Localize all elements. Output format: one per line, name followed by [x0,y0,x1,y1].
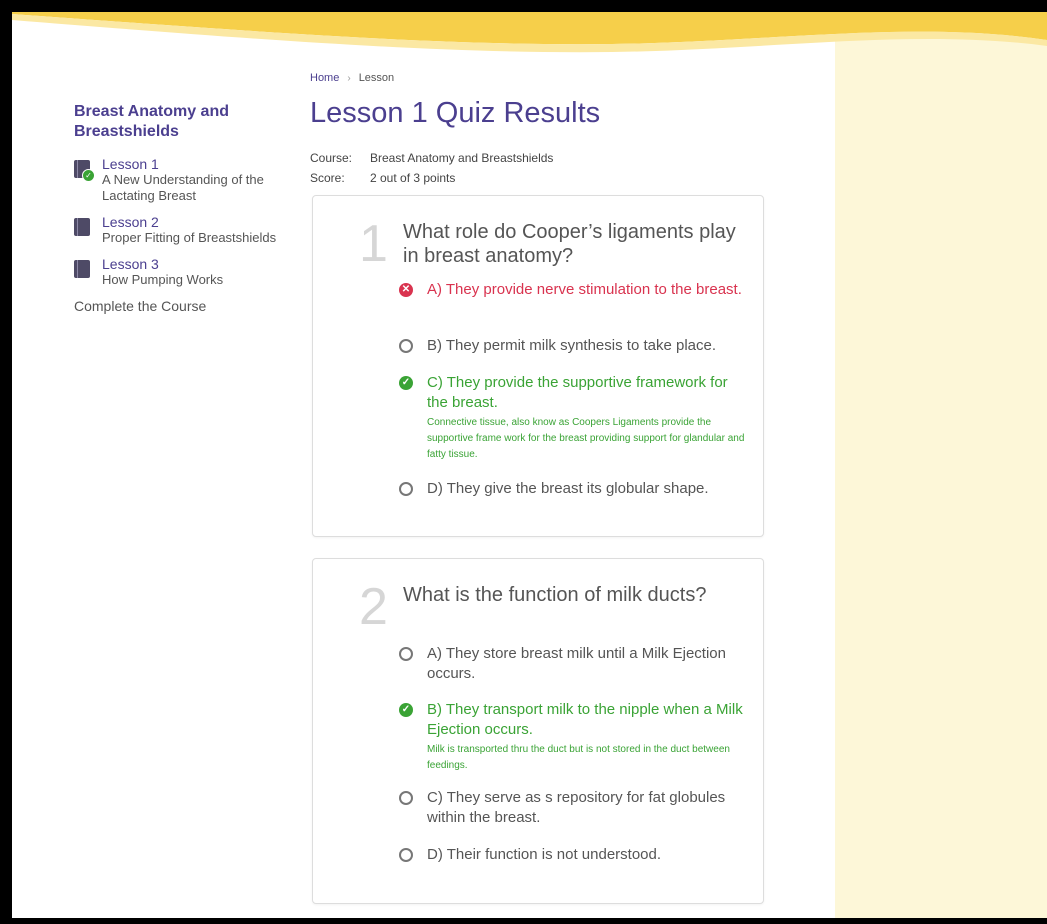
breadcrumb-current: Lesson [358,72,395,84]
lesson-title: Proper Fitting of Breastshields [102,230,277,245]
lesson-number[interactable]: Lesson 2 [102,214,276,230]
answer-label: C) They provide the supportive framework… [427,374,728,411]
lesson-title: How Pumping Works [102,272,224,287]
decorative-swoosh [12,12,1047,53]
answer-explanation: Milk is transported thru the duct but is… [427,744,730,771]
answer-option: C) They serve as s repository for fat gl… [399,788,749,828]
sidebar-item-lesson-3[interactable]: Lesson 3 How Pumping Works [74,256,304,288]
main-content: Home › Lesson Lesson 1 Quiz Results Course… [310,72,770,904]
score-label: Score: [310,171,345,185]
answer-option: B) They permit milk synthesis to take pl… [399,336,749,356]
answer-option: ✕ A) They provide nerve stimulation to t… [399,280,749,300]
right-cream-panel [835,12,1047,918]
question-number: 1 [359,215,388,273]
lesson-number[interactable]: Lesson 3 [102,256,223,272]
page-frame: Breast Anatomy and Breastshields ✓ Lesso… [12,12,1047,918]
check-icon: ✓ [82,169,95,182]
question-text: What role do Cooper’s ligaments play in … [403,221,736,267]
answer-label: B) They transport milk to the nipple whe… [427,701,743,738]
book-icon [74,218,90,236]
question-number: 2 [359,578,388,636]
answer-explanation: Connective tissue, also know as Coopers … [427,417,745,460]
course-title[interactable]: Breast Anatomy and Breastshields [74,102,304,142]
answer-option: A) They store breast milk until a Milk E… [399,644,749,684]
book-icon: ✓ [74,160,95,182]
radio-icon [399,339,413,353]
x-circle-icon: ✕ [399,283,413,297]
lesson-number[interactable]: Lesson 1 [102,156,304,172]
page-title: Lesson 1 Quiz Results [310,97,601,129]
sidebar-item-lesson-1[interactable]: ✓ Lesson 1 A New Understanding of the La… [74,156,304,204]
answer-label: A) They provide nerve stimulation to the… [427,281,742,298]
radio-icon [399,647,413,661]
answer-option: D) Their function is not understood. [399,845,749,865]
answer-label: A) They store breast milk until a Milk E… [427,645,726,682]
breadcrumb-separator-icon: › [347,73,351,84]
question-card-2: 2 What is the function of milk ducts? A)… [312,558,764,904]
check-circle-icon: ✓ [399,376,413,390]
answer-label: D) Their function is not understood. [427,846,662,863]
sidebar: Breast Anatomy and Breastshields ✓ Lesso… [74,102,304,314]
course-meta: Course: Breast Anatomy and Breastshields … [310,148,770,188]
answer-option: D) They give the breast its globular sha… [399,479,749,499]
radio-icon [399,848,413,862]
radio-icon [399,482,413,496]
radio-icon [399,791,413,805]
answer-label: B) They permit milk synthesis to take pl… [427,337,716,354]
answer-label: D) They give the breast its globular sha… [427,480,709,497]
score-value: 2 out of 3 points [370,171,456,185]
answer-option: ✓ C) They provide the supportive framewo… [399,373,749,463]
sidebar-item-lesson-2[interactable]: Lesson 2 Proper Fitting of Breastshields [74,214,304,246]
check-circle-icon: ✓ [399,703,413,717]
complete-course-link[interactable]: Complete the Course [74,298,304,314]
lesson-title: A New Understanding of the Lactating Bre… [102,172,264,203]
course-value: Breast Anatomy and Breastshields [370,151,554,165]
breadcrumb: Home › Lesson [310,72,770,84]
book-icon [74,260,90,278]
answer-label: C) They serve as s repository for fat gl… [427,789,726,826]
breadcrumb-home[interactable]: Home [310,72,339,84]
question-text: What is the function of milk ducts? [403,584,707,606]
answer-option: ✓ B) They transport milk to the nipple w… [399,700,749,774]
course-label: Course: [310,151,353,165]
question-card-1: 1 What role do Cooper’s ligaments play i… [312,195,764,537]
